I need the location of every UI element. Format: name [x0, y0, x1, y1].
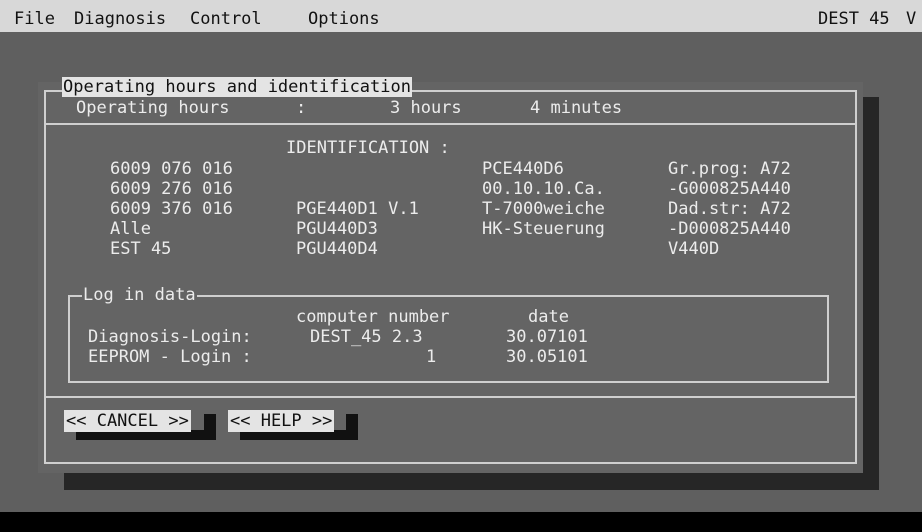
ident-col1-row5: EST 45: [110, 239, 172, 259]
ident-col4-row2: -G000825A440: [668, 179, 791, 199]
divider-bottom: [46, 396, 855, 398]
ident-col1-row1: 6009 076 016: [110, 159, 233, 179]
op-hours-hours: 3 hours: [390, 98, 462, 118]
help-button-shadow-side: [346, 414, 358, 440]
ident-col1-row4: Alle: [110, 219, 151, 239]
cancel-button-group: << CANCEL >>: [64, 410, 224, 444]
menu-diagnosis[interactable]: Diagnosis: [74, 9, 166, 29]
menu-file[interactable]: File: [14, 9, 55, 29]
ident-col4-row5: V440D: [668, 239, 720, 259]
ident-col4-row4: -D000825A440: [668, 219, 791, 239]
ident-col2-row3: PGE440D1 V.1: [296, 199, 419, 219]
login-col-date: date: [528, 307, 569, 327]
ident-col2-row5: PGU440D4: [296, 239, 378, 259]
cancel-button-shadow-side: [204, 414, 216, 440]
login-row1-label: Diagnosis-Login:: [88, 327, 252, 347]
ident-col3-row2: 00.10.10.Ca.: [482, 179, 605, 199]
menu-options[interactable]: Options: [308, 9, 380, 29]
ident-col1-row3: 6009 376 016: [110, 199, 233, 219]
login-data-title: Log in data: [82, 285, 197, 305]
op-hours-label: Operating hours: [76, 98, 230, 118]
login-row1-computer: DEST_45 2.3: [310, 327, 423, 347]
op-hours-minutes: 4 minutes: [530, 98, 623, 118]
menu-edge-text: V: [906, 9, 917, 29]
ident-col3-row4: HK-Steuerung: [482, 219, 605, 239]
ident-col2-row4: PGU440D3: [296, 219, 378, 239]
identification-header: IDENTIFICATION :: [286, 138, 450, 158]
ident-col4-row3: Dad.str: A72: [668, 199, 791, 219]
dialog-title: Operating hours and identification: [62, 77, 412, 97]
login-col-computer: computer number: [296, 307, 450, 327]
menu-control[interactable]: Control: [190, 9, 262, 29]
station-label: DEST 45: [818, 9, 890, 29]
menu-bar: File Diagnosis Control Options DEST 45 V: [0, 0, 922, 32]
dialog-frame: [44, 90, 857, 464]
ident-col3-row3: T-7000weiche: [482, 199, 605, 219]
ident-col3-row1: PCE440D6: [482, 159, 564, 179]
login-row2-computer: 1: [426, 347, 437, 367]
op-hours-colon: :: [296, 98, 307, 118]
login-row1-date: 30.07101: [506, 327, 588, 347]
ident-col4-row1: Gr.prog: A72: [668, 159, 791, 179]
operating-hours-dialog: Operating hours and identification Opera…: [38, 77, 863, 473]
help-button[interactable]: << HELP >>: [228, 410, 335, 432]
login-row2-date: 30.05101: [506, 347, 588, 367]
help-button-group: << HELP >>: [228, 410, 368, 444]
ident-col1-row2: 6009 276 016: [110, 179, 233, 199]
cancel-button[interactable]: << CANCEL >>: [64, 410, 191, 432]
login-row2-label: EEPROM - Login :: [88, 347, 252, 367]
divider-top: [46, 123, 855, 125]
